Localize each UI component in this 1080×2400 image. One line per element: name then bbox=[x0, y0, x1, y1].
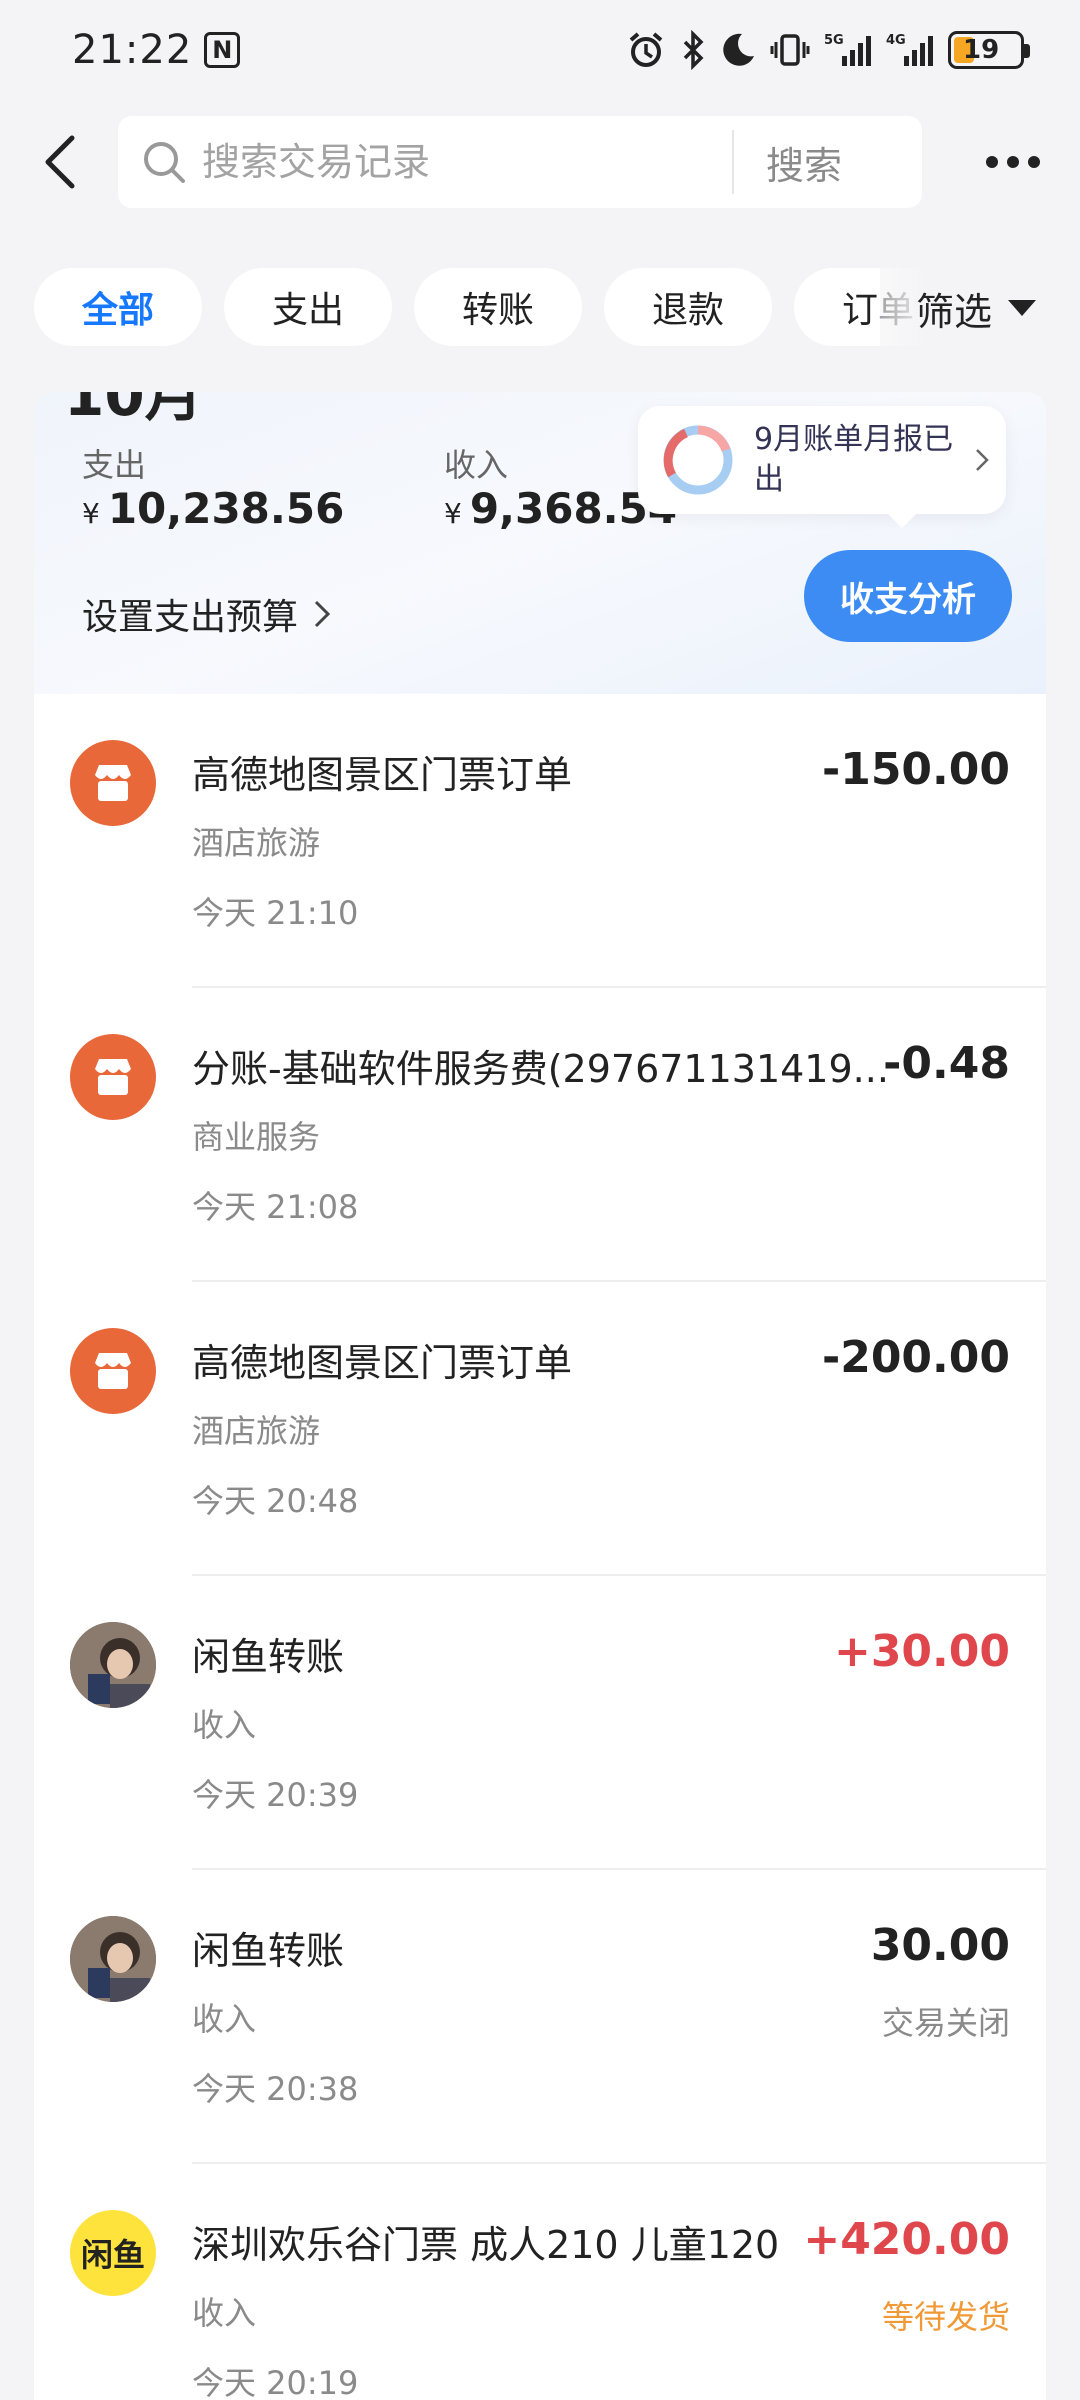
transaction-title: 高德地图景区门票订单 bbox=[192, 753, 573, 797]
transaction-title: 高德地图景区门票订单 bbox=[192, 1341, 573, 1385]
transaction-amount: +30.00 bbox=[833, 1626, 1010, 1677]
transaction-amount: -200.00 bbox=[821, 1332, 1010, 1383]
transaction-title: 深圳欢乐谷门票 成人210 儿童120 bbox=[192, 2223, 780, 2267]
transaction-category: 收入 bbox=[192, 1706, 257, 1744]
back-arrow-icon bbox=[45, 135, 75, 189]
transaction-item[interactable]: 闲鱼转账 收入 今天 20:39 +30.00 bbox=[34, 1576, 1046, 1870]
donut-chart-icon bbox=[663, 425, 733, 495]
battery-icon: 19 bbox=[948, 31, 1030, 69]
income-expense-analysis-button[interactable]: 收支分析 bbox=[804, 550, 1012, 642]
transaction-time: 今天 20:48 bbox=[192, 1482, 359, 1520]
bluetooth-icon bbox=[680, 30, 706, 70]
transaction-category: 酒店旅游 bbox=[192, 1412, 321, 1450]
back-button[interactable] bbox=[30, 132, 90, 192]
chevron-right-icon bbox=[314, 600, 331, 628]
chevron-right-icon bbox=[976, 449, 989, 471]
tab-all[interactable]: 全部 bbox=[34, 268, 202, 346]
transaction-time: 今天 20:19 bbox=[192, 2364, 359, 2400]
transaction-item[interactable]: 分账-基础软件服务费(297671131419... 商业服务 今天 21:08… bbox=[34, 988, 1046, 1282]
store-icon bbox=[70, 1328, 156, 1414]
transaction-item[interactable]: 高德地图景区门票订单 酒店旅游 今天 20:48 -200.00 bbox=[34, 1282, 1046, 1576]
search-input[interactable] bbox=[202, 140, 722, 184]
filter-label: 筛选 bbox=[916, 289, 993, 334]
more-options-icon[interactable] bbox=[986, 156, 1040, 168]
header: 搜索 bbox=[0, 108, 1080, 216]
search-divider bbox=[732, 130, 734, 194]
month-label: 10月 bbox=[64, 392, 203, 429]
status-time: 21:22 bbox=[72, 27, 193, 73]
transaction-time: 今天 21:10 bbox=[192, 894, 359, 932]
transaction-title: 分账-基础软件服务费(297671131419... bbox=[192, 1047, 889, 1091]
transaction-item[interactable]: 闲鱼转账 收入 今天 20:38 30.00 交易关闭 bbox=[34, 1870, 1046, 2164]
transaction-title: 闲鱼转账 bbox=[192, 1929, 345, 1973]
vibrate-icon bbox=[770, 30, 810, 70]
caret-down-icon bbox=[1008, 300, 1037, 316]
filter-tabs: 全部 支出 转账 退款 订单 筛选 bbox=[0, 268, 1080, 348]
transaction-amount: +420.00 bbox=[803, 2214, 1010, 2265]
store-icon bbox=[70, 740, 156, 826]
transaction-time: 今天 20:39 bbox=[192, 1776, 359, 1814]
tab-transfer[interactable]: 转账 bbox=[414, 268, 582, 346]
status-bar: 21:22 N 5G 4G 19 bbox=[0, 0, 1080, 100]
transaction-card: 10月 支出 ¥10,238.56 收入 ¥9,368.54 设置支出预算 9月… bbox=[34, 392, 1046, 2400]
transaction-status: 等待发货 bbox=[881, 2298, 1010, 2336]
filter-button[interactable]: 筛选 bbox=[880, 268, 1080, 348]
moon-icon bbox=[720, 30, 756, 70]
transaction-title: 闲鱼转账 bbox=[192, 1635, 345, 1679]
svg-text:4G: 4G bbox=[886, 33, 906, 48]
transaction-category: 收入 bbox=[192, 2294, 257, 2332]
search-bar[interactable]: 搜索 bbox=[118, 116, 922, 208]
signal-4g-icon: 4G bbox=[886, 30, 934, 70]
month-selector[interactable]: 10月 bbox=[64, 392, 203, 432]
search-button[interactable]: 搜索 bbox=[766, 135, 842, 190]
transaction-item[interactable]: 闲鱼 深圳欢乐谷门票 成人210 儿童120 收入 今天 20:19 +420.… bbox=[34, 2164, 1046, 2400]
transaction-amount: -150.00 bbox=[821, 744, 1010, 795]
transaction-amount: -0.48 bbox=[883, 1038, 1010, 1089]
search-icon bbox=[142, 139, 188, 185]
transaction-status: 交易关闭 bbox=[881, 2004, 1010, 2042]
transaction-category: 收入 bbox=[192, 2000, 257, 2038]
nfc-icon: N bbox=[204, 32, 241, 68]
svg-text:5G: 5G bbox=[824, 33, 844, 48]
transaction-time: 今天 21:08 bbox=[192, 1188, 359, 1226]
expense-label: 支出 bbox=[82, 446, 147, 484]
tab-expense[interactable]: 支出 bbox=[224, 268, 392, 346]
income-label: 收入 bbox=[444, 446, 509, 484]
set-budget-link[interactable]: 设置支出预算 bbox=[82, 588, 332, 640]
user-avatar bbox=[70, 1622, 156, 1708]
tab-refund[interactable]: 退款 bbox=[604, 268, 772, 346]
battery-level: 19 bbox=[963, 35, 1000, 65]
alarm-icon bbox=[626, 30, 666, 70]
report-text: 9月账单月报已出 bbox=[754, 422, 954, 497]
transaction-amount: 30.00 bbox=[870, 1920, 1010, 1971]
store-icon bbox=[70, 1034, 156, 1120]
budget-label: 设置支出预算 bbox=[82, 597, 299, 638]
transaction-category: 商业服务 bbox=[192, 1118, 321, 1156]
transaction-time: 今天 20:38 bbox=[192, 2070, 359, 2108]
user-avatar bbox=[70, 1916, 156, 2002]
signal-5g-icon: 5G bbox=[824, 30, 872, 70]
monthly-summary: 10月 支出 ¥10,238.56 收入 ¥9,368.54 设置支出预算 9月… bbox=[34, 392, 1046, 694]
expense-total: ¥10,238.56 bbox=[82, 484, 345, 533]
transaction-item[interactable]: 高德地图景区门票订单 酒店旅游 今天 21:10 -150.00 bbox=[34, 694, 1046, 988]
transaction-category: 酒店旅游 bbox=[192, 824, 321, 862]
xianyu-logo-icon: 闲鱼 bbox=[70, 2210, 156, 2296]
monthly-report-bubble[interactable]: 9月账单月报已出 bbox=[638, 406, 1006, 528]
